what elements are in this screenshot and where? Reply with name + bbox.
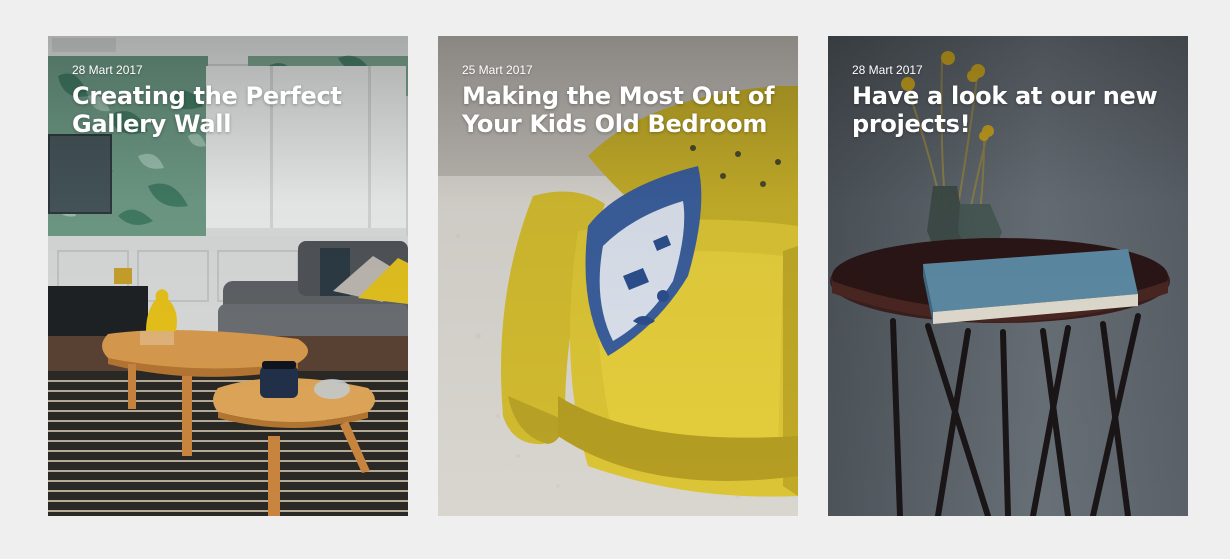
post-date: 25 Mart 2017 xyxy=(462,63,533,77)
post-date: 28 Mart 2017 xyxy=(72,63,143,77)
blog-card-grid: 28 Mart 2017 Creating the Perfect Galler… xyxy=(48,36,1188,516)
card-text: 28 Mart 2017 Creating the Perfect Galler… xyxy=(72,62,390,138)
blog-card-3[interactable]: 28 Mart 2017 Have a look at our new proj… xyxy=(828,36,1188,516)
post-title[interactable]: Have a look at our new projects! xyxy=(852,82,1170,138)
blog-card-2[interactable]: 25 Mart 2017 Making the Most Out of Your… xyxy=(438,36,798,516)
post-date: 28 Mart 2017 xyxy=(852,63,923,77)
card-text: 25 Mart 2017 Making the Most Out of Your… xyxy=(462,62,780,138)
blog-card-1[interactable]: 28 Mart 2017 Creating the Perfect Galler… xyxy=(48,36,408,516)
post-title[interactable]: Making the Most Out of Your Kids Old Bed… xyxy=(462,82,780,138)
card-text: 28 Mart 2017 Have a look at our new proj… xyxy=(852,62,1170,138)
post-title[interactable]: Creating the Perfect Gallery Wall xyxy=(72,82,390,138)
